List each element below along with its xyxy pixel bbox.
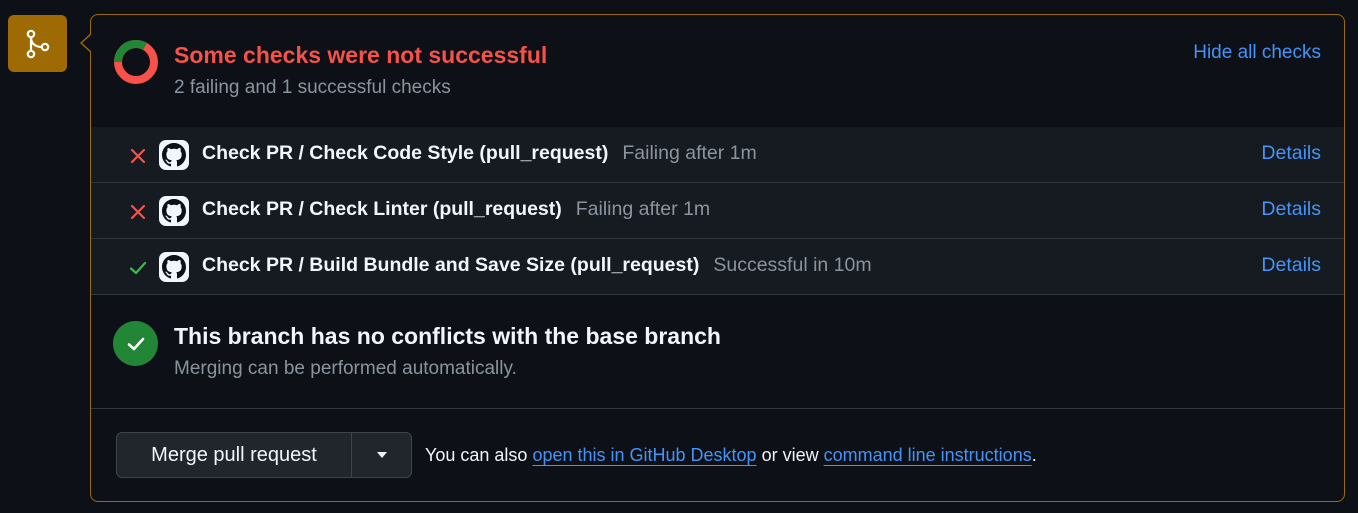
triangle-down-icon bbox=[376, 452, 387, 458]
conflict-title: This branch has no conflicts with the ba… bbox=[174, 323, 721, 349]
merge-button-group: Merge pull request bbox=[116, 432, 412, 478]
check-row: Check PR / Build Bundle and Save Size (p… bbox=[91, 239, 1344, 295]
check-row: Check PR / Check Linter (pull_request) Fa… bbox=[91, 183, 1344, 239]
check-status-text: Failing after 1m bbox=[575, 198, 711, 220]
merge-method-dropdown[interactable] bbox=[352, 433, 411, 477]
merge-pull-request-button[interactable]: Merge pull request bbox=[117, 433, 352, 477]
check-status-text: Successful in 10m bbox=[713, 254, 872, 276]
details-link[interactable]: Details bbox=[1261, 198, 1321, 221]
conflict-subtitle: Merging can be performed automatically. bbox=[174, 358, 517, 379]
github-icon bbox=[159, 140, 189, 170]
checks-subtitle: 2 failing and 1 successful checks bbox=[174, 77, 451, 98]
check-name: Check PR / Check Code Style (pull_reques… bbox=[202, 142, 757, 164]
check-name: Check PR / Build Bundle and Save Size (p… bbox=[202, 254, 872, 276]
check-icon bbox=[129, 261, 147, 275]
panel-pointer-inner bbox=[82, 34, 92, 52]
merge-actions: Merge pull request You can also open thi… bbox=[91, 408, 1344, 501]
details-link[interactable]: Details bbox=[1261, 142, 1321, 165]
open-in-desktop-link[interactable]: open this in GitHub Desktop bbox=[532, 445, 756, 465]
conflict-status: This branch has no conflicts with the ba… bbox=[91, 296, 1344, 409]
checks-title: Some checks were not successful bbox=[174, 42, 548, 68]
git-merge-icon bbox=[8, 15, 67, 72]
command-line-instructions-link[interactable]: command line instructions bbox=[824, 445, 1032, 465]
details-link[interactable]: Details bbox=[1261, 254, 1321, 277]
x-icon bbox=[130, 204, 146, 220]
github-icon bbox=[159, 252, 189, 282]
check-row: Check PR / Check Code Style (pull_reques… bbox=[91, 127, 1344, 183]
check-name: Check PR / Check Linter (pull_request) Fa… bbox=[202, 198, 711, 220]
check-circle-icon bbox=[113, 321, 158, 366]
github-icon bbox=[159, 196, 189, 226]
hide-all-checks-link[interactable]: Hide all checks bbox=[1193, 42, 1321, 64]
checks-summary: Some checks were not successful 2 failin… bbox=[91, 15, 1344, 128]
merge-box: Some checks were not successful 2 failin… bbox=[90, 14, 1345, 502]
checks-donut-icon bbox=[114, 40, 158, 84]
merge-note: You can also open this in GitHub Desktop… bbox=[425, 445, 1037, 465]
x-icon bbox=[130, 148, 146, 164]
check-status-text: Failing after 1m bbox=[622, 142, 757, 164]
